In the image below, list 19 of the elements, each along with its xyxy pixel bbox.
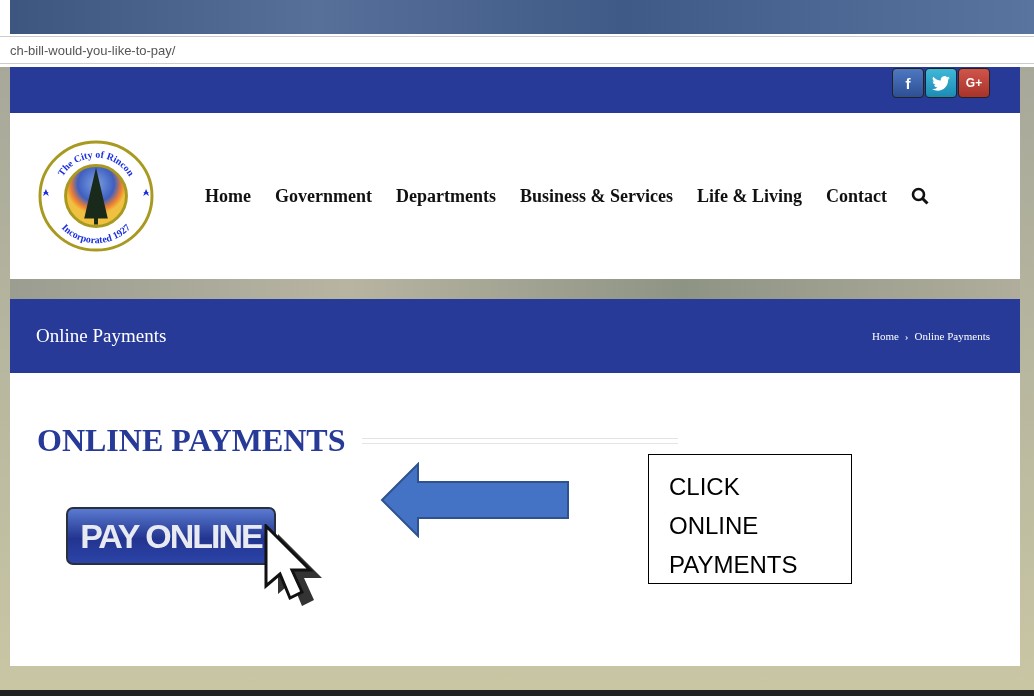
breadcrumb-separator: › — [904, 330, 909, 342]
nav-link[interactable]: Business & Services — [519, 185, 673, 207]
search-icon[interactable] — [910, 187, 929, 205]
pay-online-button[interactable]: PAY ONLINE — [66, 507, 276, 565]
nav-link[interactable]: Home — [205, 185, 251, 207]
breadcrumb-link[interactable]: Online Payments — [914, 330, 990, 342]
nav-link[interactable]: Government — [275, 185, 372, 207]
nav-link[interactable]: Life & Living — [696, 185, 802, 207]
nav-link[interactable]: Departments — [395, 185, 496, 207]
nav-link[interactable]: Contact — [825, 185, 887, 207]
google-plus-icon[interactable]: G+ — [958, 68, 990, 98]
left-arrow-icon — [380, 462, 570, 538]
address-bar[interactable]: ch-bill-would-you-like-to-pay/ — [0, 36, 1034, 64]
section-heading: ONLINE PAYMENTS — [37, 422, 346, 459]
callout-text: CLICK ONLINE PAYMENTS — [648, 454, 852, 584]
facebook-icon[interactable]: f — [892, 68, 924, 98]
breadcrumb-link[interactable]: Home — [871, 330, 899, 342]
page-title: Online Payments — [36, 325, 167, 347]
bird-icon[interactable] — [925, 68, 957, 98]
